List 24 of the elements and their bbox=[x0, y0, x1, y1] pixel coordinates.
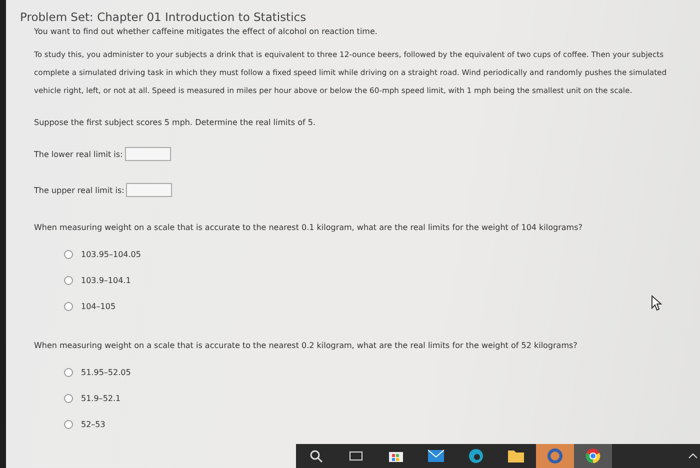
radio-button[interactable] bbox=[64, 368, 73, 377]
option-label: 104–105 bbox=[81, 302, 116, 311]
field-label: The lower real limit is: bbox=[34, 150, 123, 158]
field-label: The upper real limit is: bbox=[34, 186, 124, 194]
chrome-icon[interactable] bbox=[574, 444, 612, 468]
answer-field[interactable] bbox=[124, 147, 171, 161]
radio-button[interactable] bbox=[64, 420, 73, 429]
mouse-cursor-icon bbox=[651, 295, 662, 311]
radio-button[interactable] bbox=[64, 250, 73, 259]
option-label: 103.9–104.1 bbox=[81, 276, 131, 285]
answer-field[interactable] bbox=[126, 183, 172, 197]
question-text: When measuring weight on a scale that is accurate to the nearest 0.1 kilogram, what are the real limits for the weight of 104 kilograms? bbox=[34, 223, 582, 232]
radio-button[interactable] bbox=[64, 302, 73, 311]
problem-set-title: Problem Set: Chapter 01 Introduction to Statistics bbox=[19, 9, 308, 24]
option-label: 52–53 bbox=[81, 420, 106, 429]
radio-button[interactable] bbox=[64, 276, 73, 285]
radio-button[interactable] bbox=[64, 394, 73, 403]
question-text: Suppose the first subject scores 5 mph. Determine the real limits of 5. bbox=[34, 118, 316, 127]
option-label: 51.95–52.05 bbox=[81, 368, 131, 377]
app-icon[interactable] bbox=[536, 444, 574, 468]
option-label: 51.9–52.1 bbox=[81, 394, 121, 403]
option-label: 103.95–104.05 bbox=[81, 250, 141, 259]
question-text: When measuring weight on a scale that is accurate to the nearest 0.2 kilogram, what are the real limits for the weight of 52 kilograms? bbox=[34, 341, 578, 350]
intro-text: You want to find out whether caffeine mitigates the effect of alcohol on reaction time. bbox=[33, 26, 378, 36]
